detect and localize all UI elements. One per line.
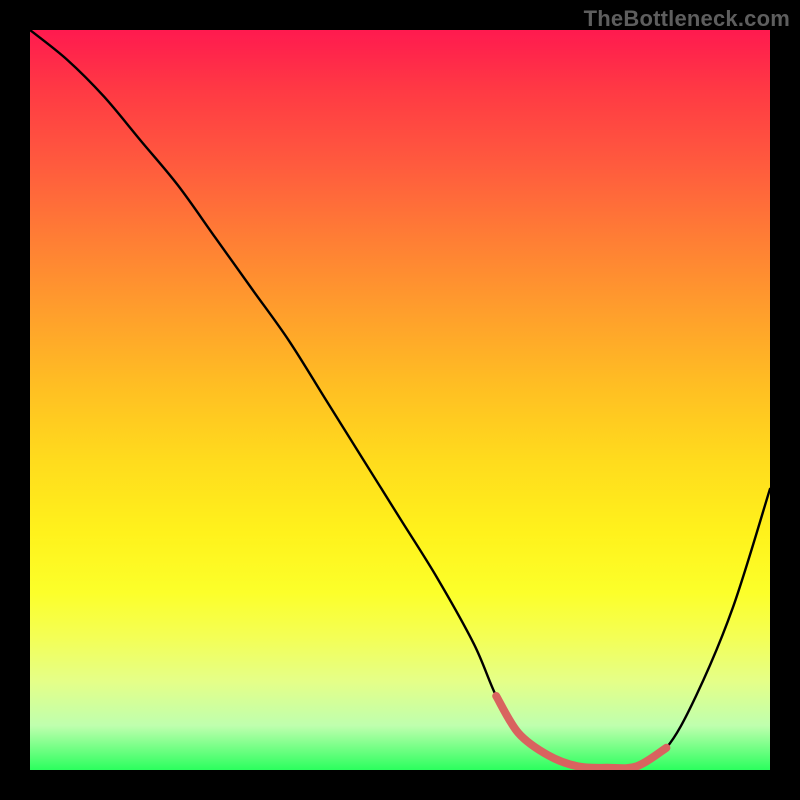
- plot-area: [30, 30, 770, 770]
- chart-frame: TheBottleneck.com: [0, 0, 800, 800]
- watermark-label: TheBottleneck.com: [584, 6, 790, 32]
- bottleneck-curve: [30, 30, 770, 770]
- trough-highlight: [496, 696, 666, 768]
